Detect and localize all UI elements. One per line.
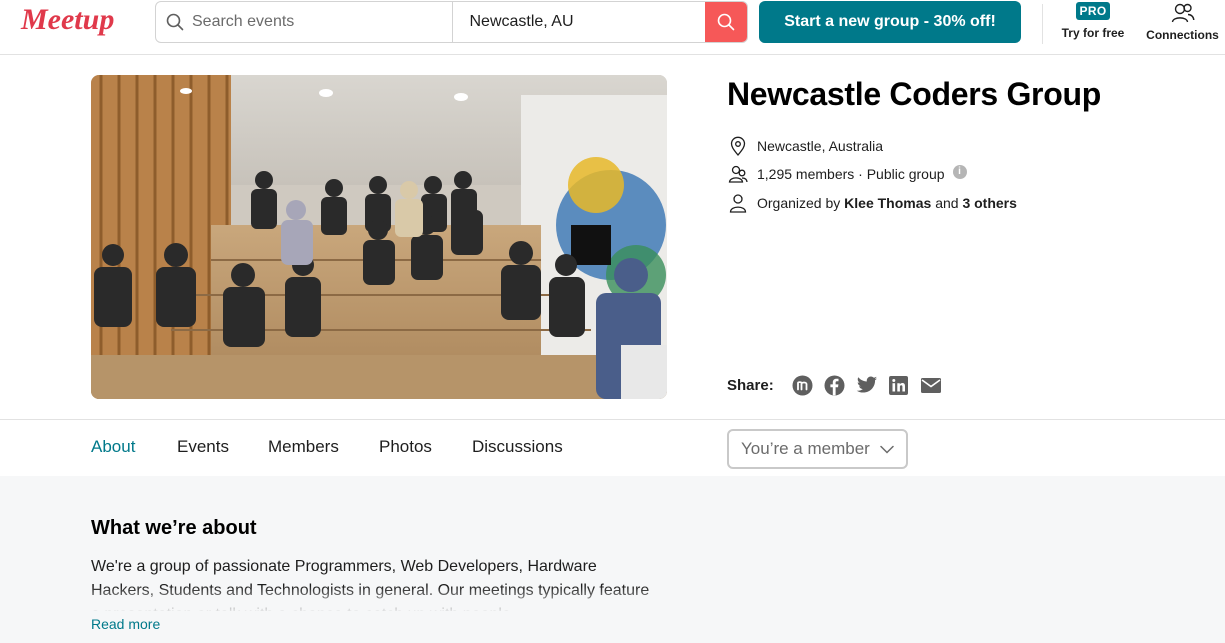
location-pin-icon: [730, 136, 746, 156]
members-icon: [728, 165, 748, 183]
group-title: Newcastle Coders Group: [727, 76, 1101, 112]
share-label: Share:: [727, 376, 774, 394]
group-members-text: 1,295 members · Public group: [757, 166, 945, 182]
tab-photos[interactable]: Photos: [379, 437, 432, 457]
organizer-icon: [729, 194, 747, 213]
search-field: [156, 2, 454, 42]
group-organizers: Organized by Klee Thomas and 3 others: [728, 193, 1017, 213]
connections-label: Connections: [1146, 28, 1219, 42]
organized-by-prefix: Organized by: [757, 195, 841, 211]
read-more-link[interactable]: Read more: [91, 616, 160, 632]
location-input[interactable]: [469, 13, 700, 31]
organized-joiner: and: [935, 195, 959, 211]
other-organizers-link[interactable]: 3 others: [962, 195, 1016, 211]
connections-link[interactable]: Connections: [1140, 0, 1225, 48]
group-members: 1,295 members · Public group i: [728, 164, 967, 184]
location-field: [453, 2, 705, 42]
search-icon: [166, 13, 184, 31]
pro-try-for-free[interactable]: PRO Try for free: [1058, 0, 1128, 48]
tab-events[interactable]: Events: [177, 437, 229, 457]
group-location: Newcastle, Australia: [728, 136, 883, 156]
membership-dropdown[interactable]: You’re a member: [727, 429, 908, 469]
group-photo: [91, 75, 667, 399]
search-button[interactable]: [705, 2, 747, 42]
tab-discussions[interactable]: Discussions: [472, 437, 563, 457]
connections-icon: [1171, 3, 1194, 23]
start-new-group-button[interactable]: Start a new group - 30% off!: [759, 1, 1021, 43]
about-text-fade: [91, 586, 651, 614]
about-section: What we’re about We're a group of passio…: [0, 476, 1225, 643]
chevron-down-icon: [880, 445, 894, 454]
pro-badge: PRO: [1075, 2, 1111, 20]
search-input[interactable]: [192, 13, 442, 31]
organizer-name-link[interactable]: Klee Thomas: [844, 195, 931, 211]
top-header: Meetup Start a new group - 30% off! PRO …: [0, 0, 1225, 55]
svg-text:Meetup: Meetup: [20, 3, 114, 36]
tab-members[interactable]: Members: [268, 437, 339, 457]
linkedin-icon[interactable]: [888, 374, 910, 396]
tab-about[interactable]: About: [91, 437, 135, 457]
search-icon: [717, 13, 735, 31]
group-location-text: Newcastle, Australia: [757, 138, 884, 154]
group-tabs: About Events Members Photos Discussions …: [0, 419, 1225, 476]
about-title: What we’re about: [91, 517, 257, 539]
facebook-icon[interactable]: [824, 374, 846, 396]
email-icon[interactable]: [920, 374, 942, 396]
membership-label: You’re a member: [741, 439, 870, 458]
search-bar: [155, 1, 748, 43]
twitter-icon[interactable]: [856, 374, 878, 396]
share-row: Share:: [727, 374, 942, 396]
header-divider: [1042, 4, 1043, 44]
meetup-logo[interactable]: Meetup: [19, 2, 119, 42]
organizers-text: Organized by Klee Thomas and 3 others: [757, 195, 1017, 211]
pro-label: Try for free: [1061, 26, 1125, 40]
info-icon[interactable]: i: [952, 165, 967, 179]
meetup-share-icon[interactable]: [792, 374, 814, 396]
